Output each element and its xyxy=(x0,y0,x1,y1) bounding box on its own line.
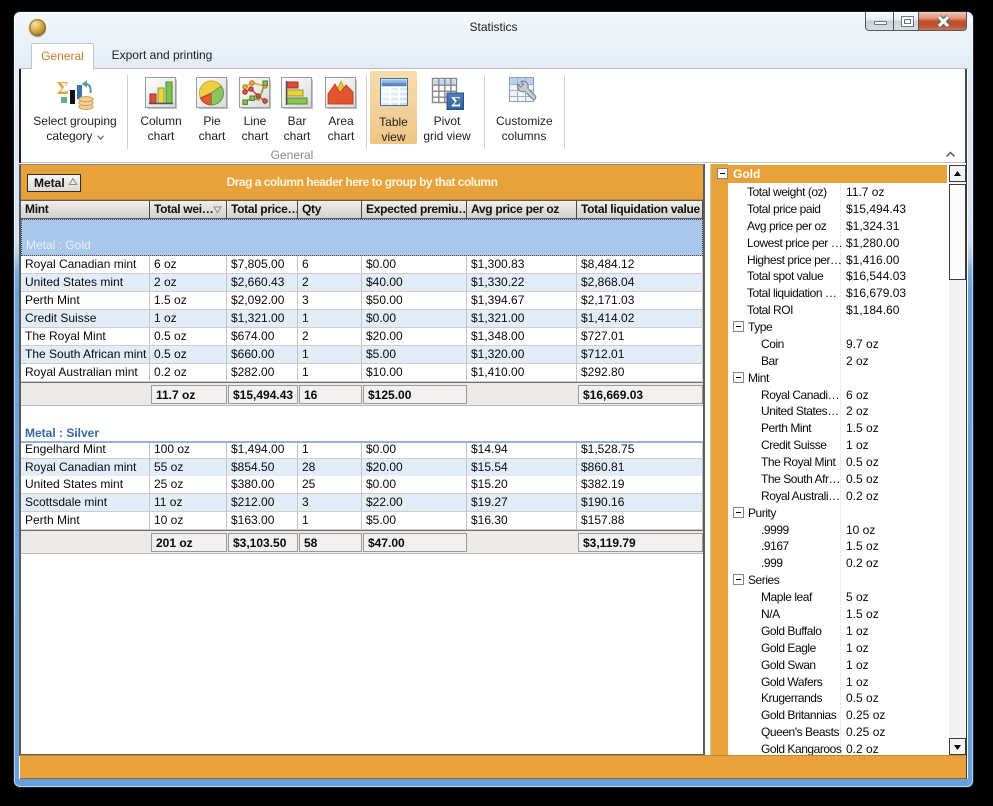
svg-text:Σ: Σ xyxy=(451,95,461,111)
svg-text:Σ: Σ xyxy=(57,78,69,98)
